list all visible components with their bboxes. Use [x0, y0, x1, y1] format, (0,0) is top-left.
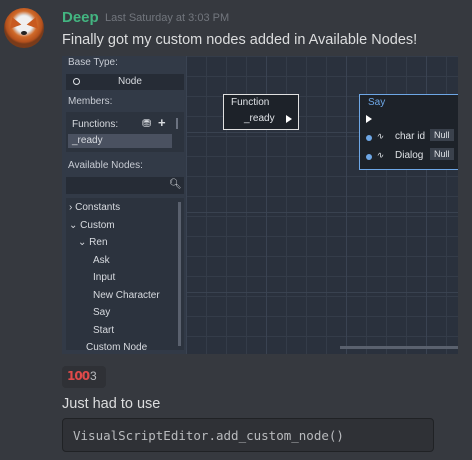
reaction-button[interactable]: 100 3 [62, 366, 106, 388]
node-icon [73, 78, 80, 85]
horizontal-scrollbar[interactable] [340, 346, 458, 349]
function-item-label: _ready [72, 135, 103, 146]
tree-item-ren[interactable]: ⌄ Ren [78, 237, 108, 248]
tree-item-say[interactable]: Say [93, 307, 110, 318]
available-nodes-label: Available Nodes: [68, 160, 143, 171]
function-node[interactable]: Function _ready [223, 94, 299, 130]
function-item-selected[interactable]: _ready [68, 134, 172, 148]
add-function-icon[interactable]: + [158, 115, 166, 130]
reaction-count: 3 [90, 369, 97, 383]
override-icon[interactable]: ⛃ [142, 117, 151, 130]
variant-icon: ∿ [376, 150, 384, 160]
exec-input-icon[interactable] [366, 115, 372, 123]
param-char-id: char id [395, 131, 426, 142]
fox-nose [21, 31, 27, 35]
function-node-output: _ready [244, 113, 275, 124]
param-dialog: Dialog [395, 150, 424, 161]
say-node-title: Say [368, 97, 386, 108]
message-timestamp: Last Saturday at 3:03 PM [105, 12, 230, 24]
tree-item-input[interactable]: Input [93, 272, 115, 283]
base-type-value: Node [118, 76, 142, 87]
input-port-icon[interactable] [366, 135, 372, 141]
editor-side-panel: Base Type: Node Members: Functions: ⛃ + … [62, 56, 186, 354]
tree-item-start[interactable]: Start [93, 325, 114, 336]
scrollbar[interactable] [176, 118, 178, 129]
screenshot-attachment[interactable]: Base Type: Node Members: Functions: ⛃ + … [62, 56, 458, 354]
available-nodes-tree[interactable]: › Constants ⌄ Custom ⌄ Ren Ask Input New… [66, 198, 184, 353]
tree-item-custom-node[interactable]: Custom Node [86, 342, 147, 353]
avatar[interactable] [4, 8, 44, 48]
tree-item-custom[interactable]: ⌄ Custom [69, 220, 115, 231]
followup-message-text: Just had to use [62, 396, 161, 412]
search-icon: 🔍︎ [169, 179, 182, 190]
tree-item-ask[interactable]: Ask [93, 255, 110, 266]
variant-icon: ∿ [376, 131, 384, 141]
code-block: VisualScriptEditor.add_custom_node() [62, 418, 434, 452]
node-search-input[interactable]: 🔍︎ [66, 177, 184, 194]
tree-scrollbar[interactable] [178, 202, 181, 346]
say-node[interactable]: Say ∿ char id Null ∿ Dialog Null [359, 94, 458, 170]
param-char-id-value[interactable]: Null [430, 129, 454, 141]
exec-output-icon[interactable] [286, 115, 292, 123]
hundred-points-icon: 100 [67, 369, 90, 383]
param-dialog-value[interactable]: Null [430, 148, 454, 160]
function-node-title: Function [231, 97, 270, 108]
base-type-field[interactable]: Node [66, 74, 184, 90]
fox-ear-left [6, 15, 22, 29]
base-type-label: Base Type: [68, 57, 118, 68]
tree-item-new-character[interactable]: New Character [93, 290, 160, 301]
fox-ear-right [26, 15, 42, 29]
message-text: Finally got my custom nodes added in Ava… [62, 32, 418, 48]
code-text: VisualScriptEditor.add_custom_node() [73, 428, 344, 443]
input-port-icon[interactable] [366, 154, 372, 160]
username[interactable]: Deep [62, 9, 99, 26]
members-box: Functions: ⛃ + _ready [66, 112, 184, 152]
members-label: Members: [68, 96, 113, 107]
functions-label: Functions: [72, 119, 119, 130]
tree-item-constants[interactable]: › Constants [69, 202, 120, 213]
